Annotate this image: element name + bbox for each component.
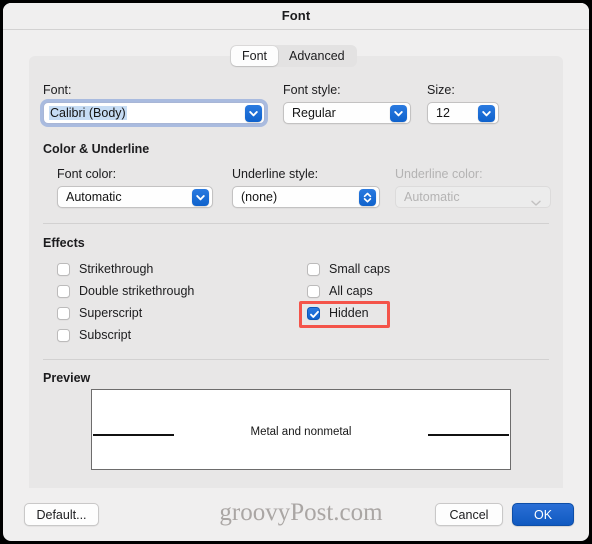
checkbox-label: Small caps — [329, 262, 391, 276]
divider — [43, 223, 549, 224]
default-button[interactable]: Default... — [24, 503, 99, 526]
checkbox-row-all-caps[interactable]: All caps — [307, 282, 373, 300]
font-color-label: Font color: — [57, 167, 117, 181]
underline-style-label: Underline style: — [232, 167, 319, 181]
font-combobox[interactable]: Calibri (Body) — [43, 102, 265, 124]
chevron-down-icon[interactable] — [390, 105, 407, 122]
underline-color-popup: Automatic — [395, 186, 551, 208]
checkbox-strikethrough[interactable] — [57, 262, 70, 276]
font-style-label: Font style: — [283, 83, 341, 97]
ok-button[interactable]: OK — [512, 503, 574, 526]
font-color-popup[interactable]: Automatic — [57, 186, 213, 208]
preview-heading: Preview — [43, 371, 91, 385]
checkbox-small-caps[interactable] — [307, 262, 320, 276]
tab-advanced[interactable]: Advanced — [278, 46, 356, 66]
checkbox-double-strikethrough[interactable] — [57, 284, 70, 298]
chevron-down-icon[interactable] — [192, 189, 209, 206]
checkbox-label: Strikethrough — [79, 262, 154, 276]
divider — [43, 359, 549, 360]
checkbox-hidden[interactable] — [307, 306, 320, 320]
font-dialog-window: Font Font Advanced Font: Calibri (Body) … — [0, 0, 592, 544]
font-combobox-value: Calibri (Body) — [49, 106, 127, 120]
checkbox-row-strikethrough[interactable]: Strikethrough — [57, 260, 153, 278]
underline-color-value: Automatic — [404, 190, 460, 204]
underline-color-label: Underline color: — [395, 167, 483, 181]
tab-font[interactable]: Font — [231, 46, 279, 66]
font-label: Font: — [43, 83, 72, 97]
preview-sample-text: Metal and nonmetal — [250, 426, 352, 438]
checkbox-label: Hidden — [329, 306, 369, 320]
font-color-value: Automatic — [66, 190, 122, 204]
font-style-popup[interactable]: Regular — [283, 102, 411, 124]
checkbox-all-caps[interactable] — [307, 284, 320, 298]
chevron-down-icon — [531, 194, 541, 212]
underline-style-popup[interactable]: (none) — [232, 186, 380, 208]
checkbox-label: Subscript — [79, 328, 132, 342]
font-style-value: Regular — [292, 106, 336, 120]
size-popup[interactable]: 12 — [427, 102, 499, 124]
cancel-button[interactable]: Cancel — [435, 503, 503, 526]
chevron-down-icon[interactable] — [478, 105, 495, 122]
tab-bar: Font Advanced — [230, 45, 357, 67]
checkbox-row-hidden[interactable]: Hidden — [307, 304, 369, 322]
checkbox-row-superscript[interactable]: Superscript — [57, 304, 142, 322]
checkbox-label: Superscript — [79, 306, 143, 320]
size-value: 12 — [436, 106, 450, 120]
chevron-down-icon[interactable] — [245, 105, 262, 122]
watermark: groovyPost.com — [219, 499, 383, 526]
chevron-up-down-icon[interactable] — [359, 189, 376, 206]
size-label: Size: — [427, 83, 455, 97]
effects-heading: Effects — [43, 236, 85, 250]
checkbox-label: Double strikethrough — [79, 284, 195, 298]
checkbox-superscript[interactable] — [57, 306, 70, 320]
color-underline-heading: Color & Underline — [43, 142, 150, 156]
checkbox-subscript[interactable] — [57, 328, 70, 342]
preview-box: Metal and nonmetal — [91, 389, 511, 470]
underline-style-value: (none) — [241, 190, 278, 204]
checkbox-row-subscript[interactable]: Subscript — [57, 326, 131, 344]
title-bar: Font — [3, 3, 589, 30]
window-title: Font — [281, 8, 311, 23]
checkbox-label: All caps — [329, 284, 373, 298]
checkbox-row-double-strikethrough[interactable]: Double strikethrough — [57, 282, 194, 300]
checkbox-row-small-caps[interactable]: Small caps — [307, 260, 390, 278]
